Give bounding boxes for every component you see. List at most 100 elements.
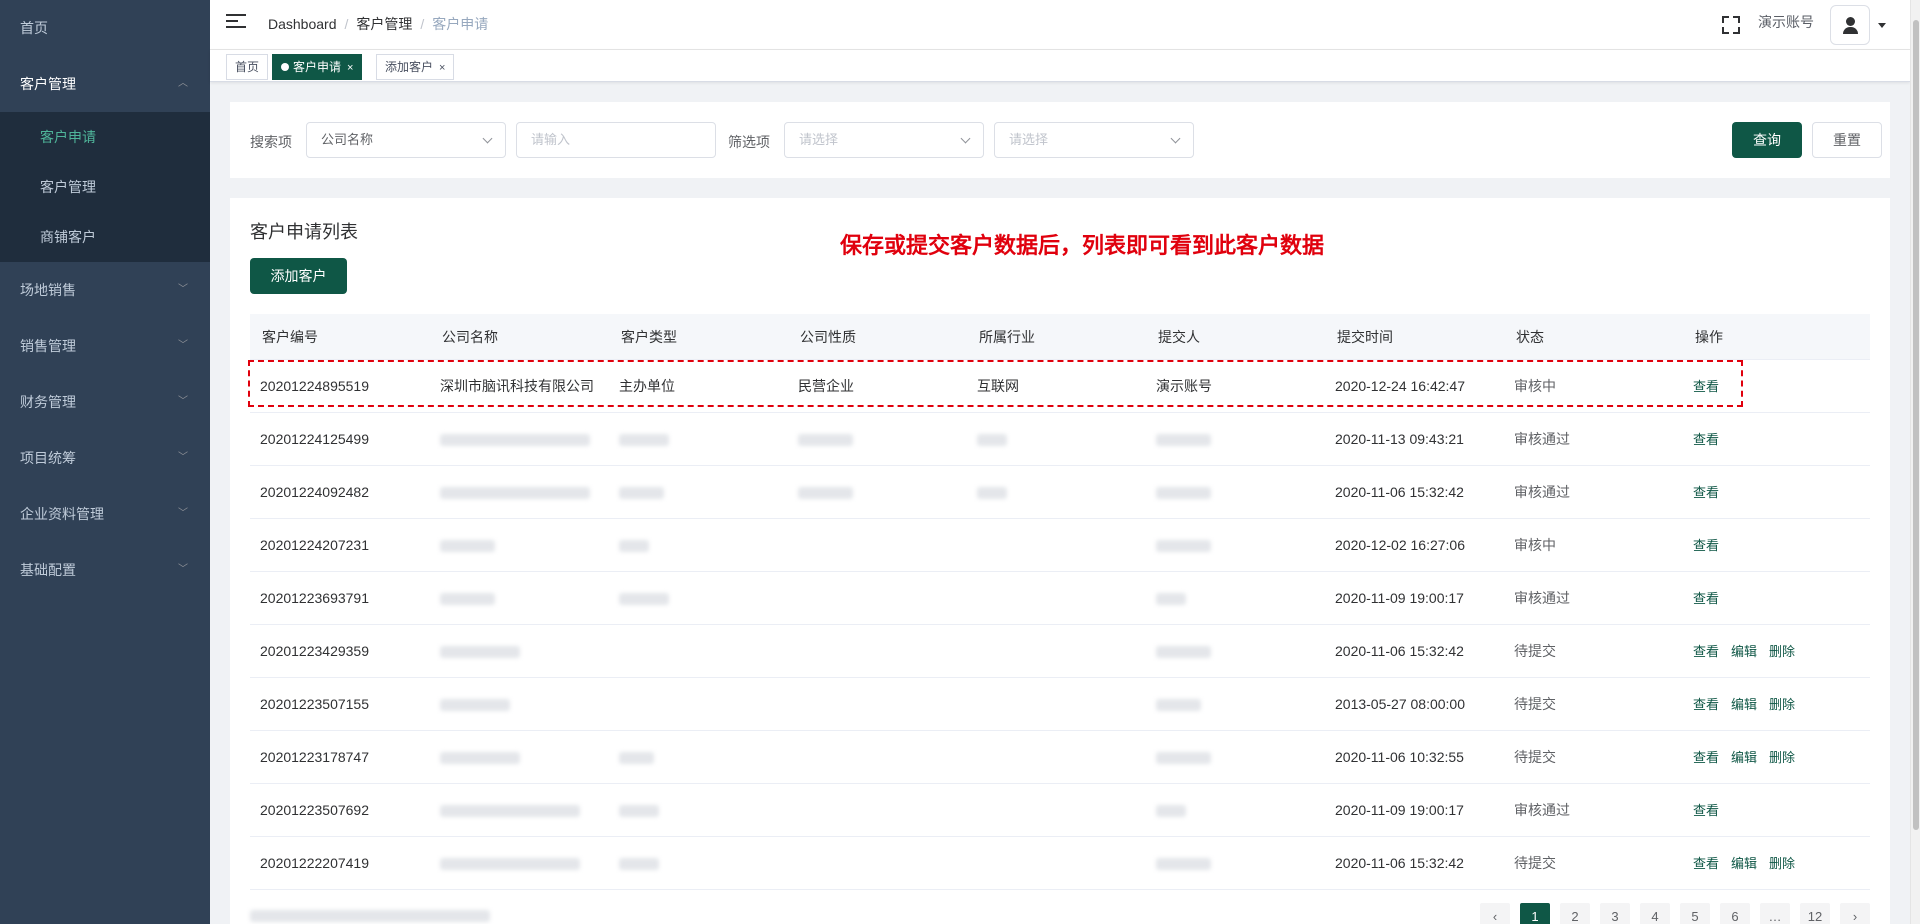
sidebar-item-venue-sales[interactable]: 场地销售 ﹀ xyxy=(0,262,210,318)
account-name: 演示账号 xyxy=(1758,14,1814,30)
view-link[interactable]: 查看 xyxy=(1693,803,1719,818)
cell-operations: 查看 编辑 删除 xyxy=(1683,625,1870,677)
view-link[interactable]: 查看 xyxy=(1693,379,1719,394)
sidebar-item-company-info[interactable]: 企业资料管理 ﹀ xyxy=(0,486,210,542)
cell-submitter: 演示账号 xyxy=(1156,378,1212,394)
table-row: 20201223178747 2020-11-06 10:32:55 待提交 查… xyxy=(250,731,1870,784)
delete-link[interactable]: 删除 xyxy=(1769,644,1795,659)
list-card: 客户申请列表 保存或提交客户数据后，列表即可看到此客户数据 添加客户 客户编号 … xyxy=(230,198,1890,924)
cell-company-name xyxy=(430,784,609,836)
add-customer-button[interactable]: 添加客户 xyxy=(250,258,347,294)
page-4[interactable]: 4 xyxy=(1640,903,1670,924)
table-row: 20201223507692 2020-11-09 19:00:17 审核通过 … xyxy=(250,784,1870,837)
page-last[interactable]: 12 xyxy=(1800,903,1830,924)
sidebar-item-home[interactable]: 首页 xyxy=(0,0,210,56)
avatar[interactable] xyxy=(1830,5,1870,45)
view-link[interactable]: 查看 xyxy=(1693,750,1719,765)
chevron-down-icon: ﹀ xyxy=(178,564,188,575)
close-icon[interactable]: × xyxy=(439,62,445,74)
search-label: 搜索项 xyxy=(250,134,292,150)
table-footer: ‹ 1 2 3 4 5 6 … 12 › xyxy=(250,903,1870,924)
page-2[interactable]: 2 xyxy=(1560,903,1590,924)
view-link[interactable]: 查看 xyxy=(1693,485,1719,500)
breadcrumb: Dashboard / 客户管理 / 客户申请 xyxy=(268,16,489,32)
sidebar-subitem-customer-management[interactable]: 客户管理 xyxy=(0,162,210,212)
annotation-text: 保存或提交客户数据后，列表即可看到此客户数据 xyxy=(840,233,1325,259)
close-icon[interactable]: × xyxy=(347,62,353,74)
prev-page-icon[interactable]: ‹ xyxy=(1480,903,1510,924)
search-field-select[interactable]: 公司名称 xyxy=(306,122,506,158)
cell-company-name xyxy=(430,519,609,571)
chevron-down-icon: ﹀ xyxy=(178,508,188,519)
delete-link[interactable]: 删除 xyxy=(1769,856,1795,871)
sidebar-item-label: 客户管理 xyxy=(20,76,76,92)
page-1[interactable]: 1 xyxy=(1520,903,1550,924)
filter-select-2[interactable]: 请选择 xyxy=(994,122,1194,158)
cell-customer-type xyxy=(609,731,788,783)
delete-link[interactable]: 删除 xyxy=(1769,750,1795,765)
view-link[interactable]: 查看 xyxy=(1693,697,1719,712)
hamburger-icon[interactable] xyxy=(226,14,246,34)
pagination: ‹ 1 2 3 4 5 6 … 12 › xyxy=(1470,903,1870,924)
tag-customer-application[interactable]: 客户申请 × xyxy=(272,54,363,80)
cell-submit-time: 2020-11-06 10:32:55 xyxy=(1335,749,1464,765)
sidebar-subitem-shop-customer[interactable]: 商铺客户 xyxy=(0,212,210,262)
view-link[interactable]: 查看 xyxy=(1693,432,1719,447)
cell-company-name xyxy=(430,413,609,465)
tag-home[interactable]: 首页 xyxy=(226,54,269,80)
view-link[interactable]: 查看 xyxy=(1693,591,1719,606)
edit-link[interactable]: 编辑 xyxy=(1731,697,1757,712)
edit-link[interactable]: 编辑 xyxy=(1731,750,1757,765)
filter-select-1[interactable]: 请选择 xyxy=(784,122,984,158)
sidebar-subitem-customer-application[interactable]: 客户申请 xyxy=(0,112,210,162)
sidebar-item-project[interactable]: 项目统筹 ﹀ xyxy=(0,430,210,486)
tag-add-customer[interactable]: 添加客户 × xyxy=(376,54,455,80)
cell-customer-id: 20201223693791 xyxy=(260,590,370,606)
sidebar-item-sales-management[interactable]: 销售管理 ﹀ xyxy=(0,318,210,374)
cell-submit-time: 2020-11-06 15:32:42 xyxy=(1335,855,1464,871)
cell-company-nature xyxy=(788,784,967,836)
cell-company-nature xyxy=(788,572,967,624)
caret-down-icon[interactable] xyxy=(1878,22,1886,28)
view-link[interactable]: 查看 xyxy=(1693,856,1719,871)
sidebar-item-label: 基础配置 xyxy=(20,562,76,578)
search-input[interactable]: 请输入 xyxy=(516,122,716,158)
cell-company-nature xyxy=(788,466,967,518)
sidebar-item-basic-config[interactable]: 基础配置 ﹀ xyxy=(0,542,210,598)
cell-company-name xyxy=(430,466,609,518)
query-button[interactable]: 查询 xyxy=(1732,122,1802,158)
page-6[interactable]: 6 xyxy=(1720,903,1750,924)
edit-link[interactable]: 编辑 xyxy=(1731,644,1757,659)
sidebar-item-label: 首页 xyxy=(20,20,48,36)
cell-customer-id: 20201223507155 xyxy=(260,696,370,712)
edit-link[interactable]: 编辑 xyxy=(1731,856,1757,871)
chevron-down-icon: ﹀ xyxy=(178,284,188,295)
page-scrollbar[interactable] xyxy=(1910,0,1920,924)
sidebar-item-finance[interactable]: 财务管理 ﹀ xyxy=(0,374,210,430)
more-pages-icon[interactable]: … xyxy=(1760,903,1790,924)
submenu-customer-management: 客户申请 客户管理 商铺客户 xyxy=(0,112,210,262)
next-page-icon[interactable]: › xyxy=(1840,903,1870,924)
cell-operations: 查看 xyxy=(1683,360,1870,412)
cell-company-nature: 民营企业 xyxy=(798,378,854,394)
cell-customer-id: 20201224207231 xyxy=(260,537,370,553)
col-industry: 所属行业 xyxy=(979,329,1035,345)
cell-submitter xyxy=(1146,413,1325,465)
reset-button[interactable]: 重置 xyxy=(1812,122,1882,158)
page-5[interactable]: 5 xyxy=(1680,903,1710,924)
view-link[interactable]: 查看 xyxy=(1693,644,1719,659)
delete-link[interactable]: 删除 xyxy=(1769,697,1795,712)
cell-customer-type xyxy=(609,625,788,677)
breadcrumb-customer-management[interactable]: 客户管理 xyxy=(356,16,412,32)
cell-customer-type xyxy=(609,572,788,624)
sidebar-item-label: 项目统筹 xyxy=(20,450,76,466)
sidebar-item-customer-management[interactable]: 客户管理 ︿ xyxy=(0,56,210,112)
cell-industry xyxy=(967,572,1146,624)
fullscreen-icon[interactable] xyxy=(1722,16,1740,34)
breadcrumb-dashboard[interactable]: Dashboard xyxy=(268,16,337,32)
cell-customer-id: 20201223178747 xyxy=(260,749,370,765)
cell-customer-id: 20201224092482 xyxy=(260,484,370,500)
scrollbar-thumb[interactable] xyxy=(1913,20,1919,830)
view-link[interactable]: 查看 xyxy=(1693,538,1719,553)
page-3[interactable]: 3 xyxy=(1600,903,1630,924)
